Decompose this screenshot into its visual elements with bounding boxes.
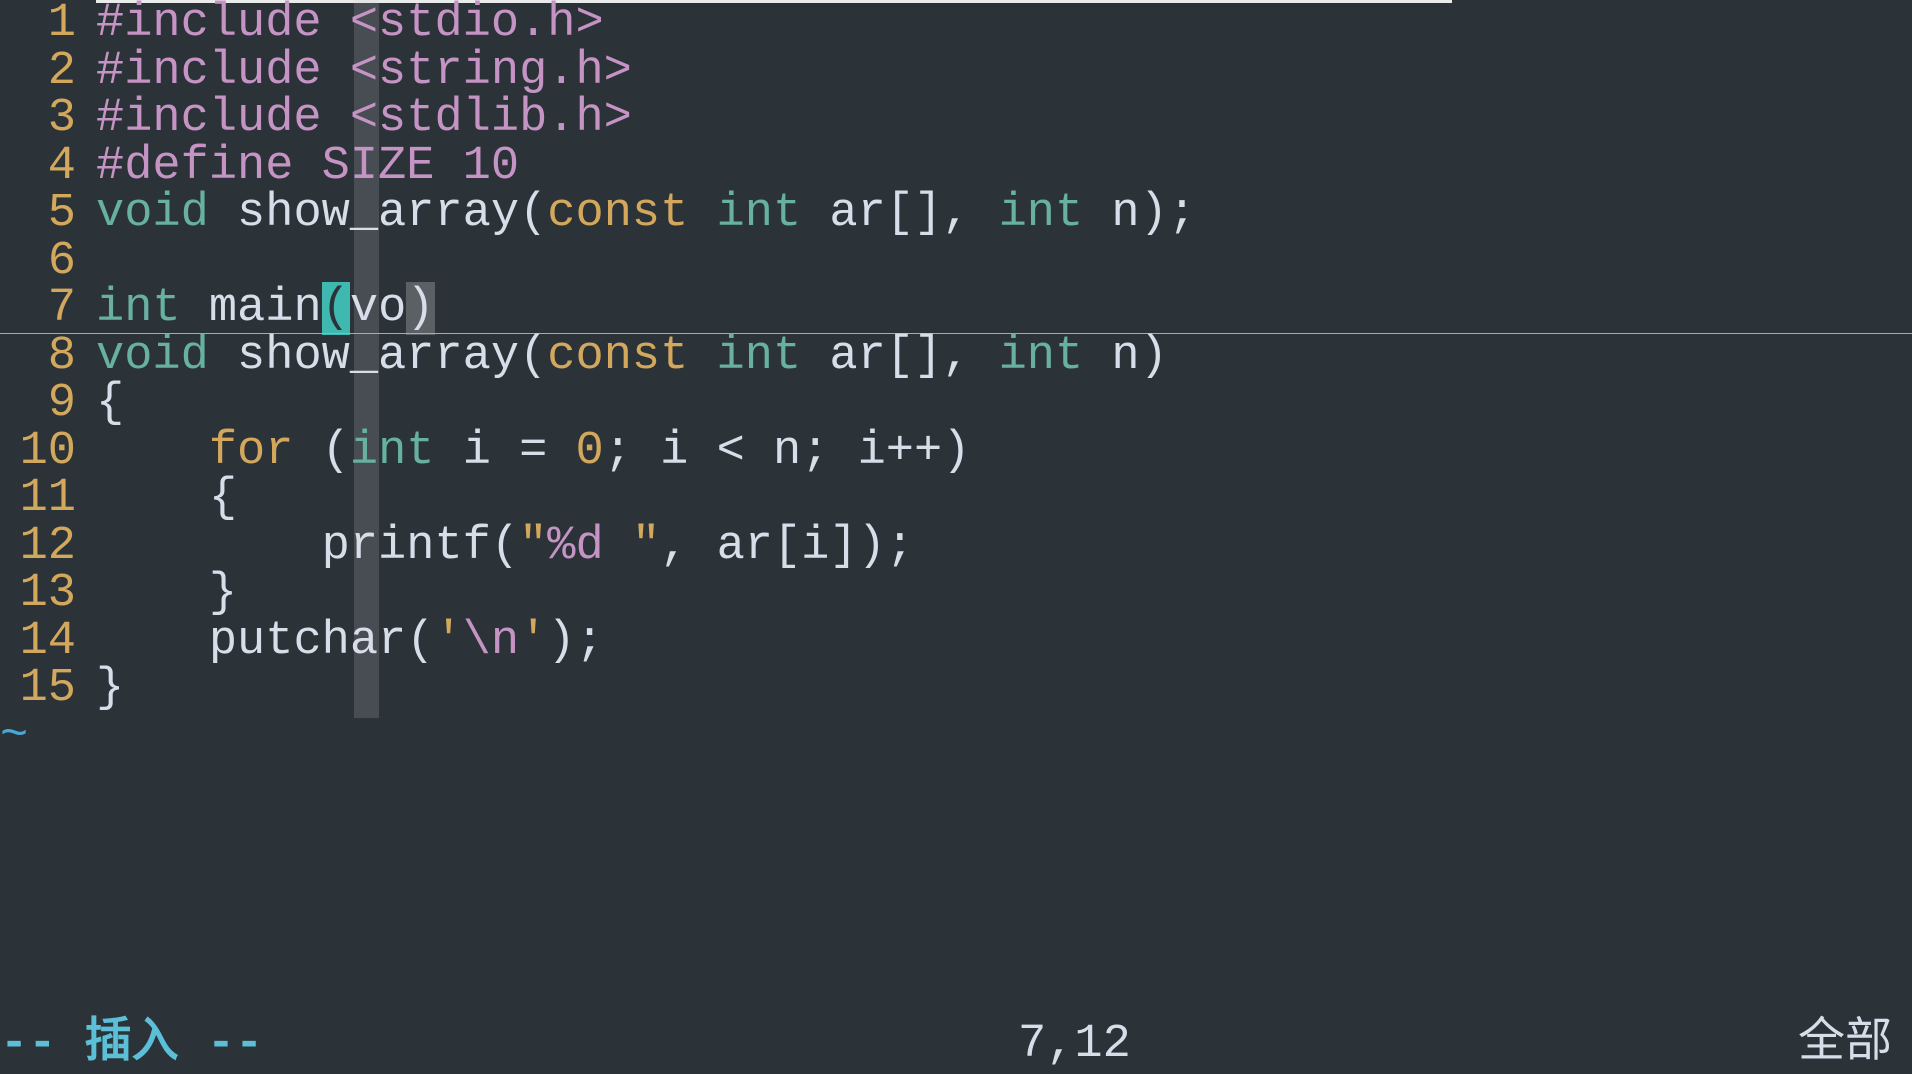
code-line[interactable]: 3 #include <stdlib.h> <box>0 95 1912 143</box>
code-line[interactable]: 6 <box>0 238 1912 286</box>
code-line[interactable]: 1 #include <stdio.h> <box>0 0 1912 48</box>
cursor-position: 7,12 <box>1018 1021 1131 1068</box>
code-content: } <box>96 570 237 618</box>
gutter <box>76 0 96 48</box>
cursor: ) <box>406 282 434 335</box>
gutter <box>76 428 96 476</box>
line-number: 8 <box>0 333 76 381</box>
code-content: #include <string.h> <box>96 48 632 96</box>
code-line[interactable]: 15 } <box>0 665 1912 713</box>
code-line[interactable]: 14 putchar('\n'); <box>0 618 1912 666</box>
code-content: int main(vo) <box>96 285 435 333</box>
line-number: 14 <box>0 618 76 666</box>
line-number: 9 <box>0 380 76 428</box>
code-line[interactable]: 10 for (int i = 0; i < n; i++) <box>0 428 1912 476</box>
code-line[interactable]: 13 } <box>0 570 1912 618</box>
code-line[interactable]: 9 { <box>0 380 1912 428</box>
status-bar: -- 插入 -- 7,12 全部 <box>0 1014 1912 1074</box>
line-number: 5 <box>0 190 76 238</box>
line-number: 7 <box>0 285 76 333</box>
gutter <box>76 238 96 286</box>
line-number: 11 <box>0 475 76 523</box>
line-number: 2 <box>0 48 76 96</box>
gutter <box>76 380 96 428</box>
gutter <box>76 95 96 143</box>
code-content: void show_array(const int ar[], int n) <box>96 333 1168 381</box>
code-line[interactable]: 8 void show_array(const int ar[], int n) <box>0 333 1912 381</box>
mode-indicator: -- 插入 -- <box>0 1021 263 1068</box>
line-number: 13 <box>0 570 76 618</box>
line-number: 4 <box>0 143 76 191</box>
code-content: for (int i = 0; i < n; i++) <box>96 428 970 476</box>
code-content: void show_array(const int ar[], int n); <box>96 190 1196 238</box>
code-editor[interactable]: 1 #include <stdio.h> 2 #include <string.… <box>0 0 1912 1014</box>
gutter <box>76 48 96 96</box>
gutter <box>76 190 96 238</box>
code-line[interactable]: 2 #include <string.h> <box>0 48 1912 96</box>
code-content: #include <stdlib.h> <box>96 95 632 143</box>
line-number: 15 <box>0 665 76 713</box>
line-number: 1 <box>0 0 76 48</box>
scroll-percent: 全部 <box>1798 1021 1892 1068</box>
line-number: 10 <box>0 428 76 476</box>
line-number: 3 <box>0 95 76 143</box>
code-content: putchar('\n'); <box>96 618 604 666</box>
gutter <box>76 618 96 666</box>
code-content: { <box>96 475 237 523</box>
gutter <box>76 523 96 571</box>
matching-paren: ( <box>322 282 350 335</box>
gutter <box>76 333 96 381</box>
gutter <box>76 143 96 191</box>
line-number: 6 <box>0 238 76 286</box>
gutter <box>76 570 96 618</box>
code-line[interactable]: 12 printf("%d ", ar[i]); <box>0 523 1912 571</box>
code-content: { <box>96 380 124 428</box>
code-content: printf("%d ", ar[i]); <box>96 523 914 571</box>
gutter <box>76 665 96 713</box>
gutter <box>76 285 96 333</box>
code-content: } <box>96 665 124 713</box>
code-content: #define SIZE 10 <box>96 143 519 191</box>
code-line-current[interactable]: 7 int main(vo) <box>0 285 1912 333</box>
code-line[interactable]: 11 { <box>0 475 1912 523</box>
code-line[interactable]: 5 void show_array(const int ar[], int n)… <box>0 190 1912 238</box>
gutter <box>76 475 96 523</box>
code-content: #include <stdio.h> <box>96 0 604 48</box>
code-line[interactable]: 4 #define SIZE 10 <box>0 143 1912 191</box>
tilde-empty-line: ~ <box>0 713 1912 761</box>
line-number: 12 <box>0 523 76 571</box>
